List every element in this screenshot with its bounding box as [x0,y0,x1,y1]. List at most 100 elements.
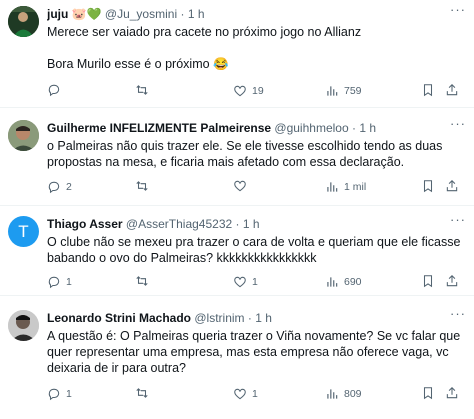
like-button[interactable] [233,179,252,193]
tweet-line: A questão é: O Palmeiras queria trazer o… [47,329,461,343]
bookmark-button[interactable] [421,274,435,288]
separator-dot: · [180,7,185,21]
more-icon[interactable]: ··· [450,212,466,228]
views-button[interactable]: 690 [325,274,362,290]
tweet-header: Leonardo Strini Machado @lstrinim · 1 h [47,310,464,326]
like-icon [234,85,246,97]
tweet-line: quer representar uma empresa, mas esta e… [47,345,449,359]
like-count: 19 [252,85,264,97]
tweet-line: O clube não se mexeu pra trazer o cara d… [47,235,461,249]
bookmark-button[interactable] [421,83,435,97]
tweet-line: deixaria de ir para outra? [47,361,186,375]
tweet-line: Bora Murilo esse é o próximo 😂 [47,57,229,71]
views-icon [327,182,338,192]
tweet-header: Thiago Asser @AsserThiag45232 · 1 h [47,216,464,232]
bookmark-button[interactable] [421,179,435,193]
views-button[interactable]: 759 [325,83,362,99]
view-count: 690 [344,276,362,288]
share-button[interactable] [445,386,459,400]
bookmark-icon [423,84,433,97]
author-handle[interactable]: @lstrinim [194,311,244,325]
tweet-time[interactable]: 1 h [255,311,272,325]
author-name[interactable]: Leonardo Strini Machado [47,311,191,325]
like-icon [234,276,246,288]
separator-dot: · [351,121,356,135]
author-name[interactable]: juju [47,7,68,21]
retweet-icon [136,181,148,191]
share-icon [446,84,458,96]
bookmark-icon [423,387,433,400]
view-count: 759 [344,85,362,97]
like-button[interactable]: 1 [233,274,258,290]
retweet-icon [136,276,148,286]
tweet-text: A questão é: O Palmeiras queria trazer o… [47,328,462,376]
tweet-time[interactable]: 1 h [243,217,260,231]
avatar-thiago[interactable]: T [8,216,39,247]
separator-dot: · [247,311,252,325]
tweet-4[interactable]: Leonardo Strini Machado @lstrinim · 1 h … [0,304,474,419]
views-icon [327,277,338,287]
reply-button[interactable]: 2 [47,179,72,195]
tweet-text: O clube não se mexeu pra trazer o cara d… [47,234,462,266]
tweet-header: Guilherme INFELIZMENTE Palmeirense @guih… [47,120,464,136]
tweet-actions: 1 1 809 [47,386,464,402]
more-icon[interactable]: ··· [450,116,466,132]
tweet-time[interactable]: 1 h [188,7,205,21]
retweet-button[interactable] [135,179,154,193]
tweet-header: juju 🐷💚 @Ju_yosmini · 1 h [47,6,464,22]
like-count: 1 [252,276,258,288]
bookmark-icon [423,180,433,193]
tweet-1[interactable]: juju 🐷💚 @Ju_yosmini · 1 h ··· Merece ser… [0,0,474,108]
tweet-3[interactable]: T Thiago Asser @AsserThiag45232 · 1 h ··… [0,210,474,296]
like-button[interactable]: 1 [233,386,258,402]
like-icon [234,388,246,400]
bookmark-button[interactable] [421,386,435,400]
share-icon [446,387,458,399]
author-name[interactable]: Thiago Asser [47,217,123,231]
like-count: 1 [252,388,258,400]
avatar-juju[interactable] [8,6,39,37]
views-icon [327,86,338,96]
share-button[interactable] [445,274,459,288]
retweet-icon [136,388,148,398]
like-button[interactable]: 19 [233,83,264,99]
author-name[interactable]: Guilherme INFELIZMENTE Palmeirense [47,121,271,135]
reply-icon [48,276,60,289]
share-icon [446,180,458,192]
reply-icon [48,181,60,194]
retweet-icon [136,85,148,95]
author-badges: 🐷💚 [71,7,102,21]
reply-button[interactable]: 1 [47,386,72,402]
tweet-time[interactable]: 1 h [359,121,376,135]
author-handle[interactable]: @guihhmeloo [274,121,348,135]
retweet-button[interactable] [135,274,154,288]
reply-button[interactable]: 1 [47,274,72,290]
avatar-letter: T [18,221,29,241]
reply-button[interactable] [47,83,66,97]
like-icon [234,180,246,192]
retweet-button[interactable] [135,83,154,97]
author-handle[interactable]: @Ju_yosmini [105,7,177,21]
views-button[interactable]: 809 [325,386,362,402]
views-icon [327,389,338,399]
reply-count: 1 [66,276,72,288]
retweet-button[interactable] [135,386,154,400]
share-button[interactable] [445,83,459,97]
share-button[interactable] [445,179,459,193]
view-count: 1 mil [344,181,367,193]
tweet-line: o Palmeiras não quis trazer ele. Se ele … [47,139,443,153]
tweet-line: propostas na mesa, e ficaria mais afetad… [47,155,405,169]
avatar-leonardo[interactable] [8,310,39,341]
more-icon[interactable]: ··· [450,306,466,322]
author-handle[interactable]: @AsserThiag45232 [126,217,232,231]
tweet-actions: 1 1 690 [47,274,464,290]
avatar-guilherme[interactable] [8,120,39,151]
tweet-line-blank [47,40,462,56]
tweet-text: o Palmeiras não quis trazer ele. Se ele … [47,138,462,170]
tweet-2[interactable]: Guilherme INFELIZMENTE Palmeirense @guih… [0,114,474,206]
share-icon [446,275,458,287]
more-icon[interactable]: ··· [450,2,466,18]
separator-dot: · [235,217,240,231]
view-count: 809 [344,388,362,400]
views-button[interactable]: 1 mil [325,179,366,195]
